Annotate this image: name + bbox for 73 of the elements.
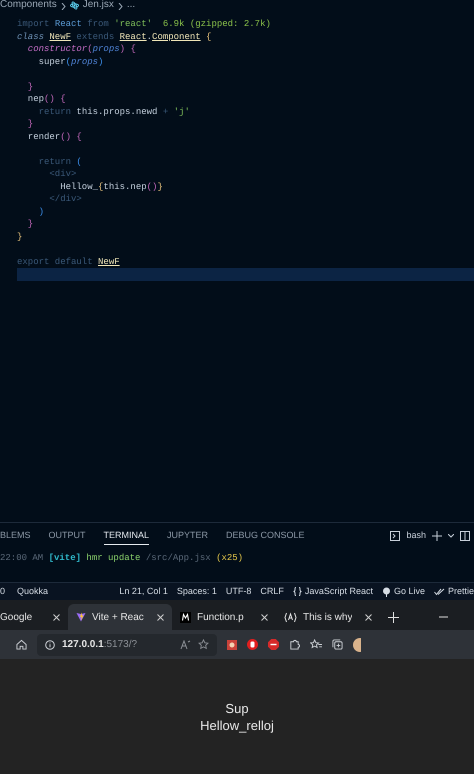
code-line: super(props): [38, 56, 104, 66]
code-line: }: [17, 232, 22, 242]
status-item[interactable]: 0: [0, 584, 6, 598]
status-item[interactable]: Quokka: [17, 584, 48, 598]
home-icon[interactable]: [16, 639, 27, 650]
m-logo-icon: [180, 612, 191, 622]
code-line: render() {: [26, 132, 82, 142]
close-icon[interactable]: [53, 614, 60, 620]
status-item[interactable]: Prettie: [434, 584, 474, 598]
panel-tab[interactable]: TERMINAL: [104, 526, 150, 546]
avatar-icon[interactable]: [353, 638, 361, 652]
braces-icon: [292, 587, 302, 596]
breadcrumb-item[interactable]: ...: [126, 0, 136, 10]
code-line: export default NewF: [17, 256, 120, 266]
code-line: import React from 'react' 6.9k (gzipped: 2.7k): [17, 19, 271, 29]
close-icon[interactable]: [157, 614, 164, 620]
react-file-icon: [70, 1, 79, 10]
code-line: ): [38, 206, 44, 216]
plus-icon[interactable]: [432, 530, 442, 540]
status-item[interactable]: JavaScript React: [292, 584, 373, 598]
collections-icon[interactable]: [332, 639, 343, 650]
status-item[interactable]: Ln 21, Col 1: [119, 584, 168, 598]
url-text: 127.0.0.1:5173/?: [62, 638, 138, 652]
panel-tab[interactable]: JUPYTER: [167, 526, 208, 546]
hand-icon[interactable]: [247, 639, 258, 650]
browser-tab[interactable]: This is why: [276, 604, 380, 630]
a-logo-icon: [284, 612, 297, 622]
panel-tab[interactable]: BLEMS: [0, 526, 31, 546]
extension-icon[interactable]: [227, 640, 237, 650]
code-line: return (: [38, 156, 82, 166]
chevron-right-icon: [60, 3, 66, 10]
chevron-down-icon[interactable]: [448, 534, 454, 538]
terminal-output: 22:00 AM [vite] hmr update /src/App.jsx (x25): [0, 552, 244, 565]
status-item[interactable]: Go Live: [382, 584, 425, 598]
code-line: <div>: [48, 169, 76, 179]
puzzle-icon[interactable]: [289, 639, 300, 650]
minimize-icon[interactable]: [439, 616, 448, 618]
browser-tab[interactable]: Function.p: [172, 604, 276, 630]
code-line: constructor(props) {: [26, 44, 136, 54]
code-line: class NewF extends React.Component {: [17, 32, 212, 42]
info-icon[interactable]: [45, 640, 55, 650]
code-line: </div>: [48, 194, 82, 204]
browser-tab[interactable]: Google: [0, 604, 68, 630]
page-text: Hellow_relloj: [200, 716, 274, 734]
browser-tab[interactable]: Vite + Reac: [68, 604, 172, 630]
breadcrumb-item[interactable]: Components: [0, 0, 57, 10]
status-item[interactable]: Spaces: 1: [176, 584, 217, 598]
code-line: }: [26, 219, 34, 229]
adblock-icon[interactable]: [268, 639, 279, 650]
favorites-icon[interactable]: [310, 639, 322, 650]
vite-icon: [76, 612, 86, 622]
code-line: }: [26, 119, 34, 129]
double-check-icon: [434, 588, 445, 596]
read-aloud-icon[interactable]: [180, 640, 191, 650]
chevron-right-icon: [118, 3, 123, 10]
status-item[interactable]: UTF-8: [226, 584, 252, 598]
terminal-icon: [390, 530, 400, 540]
panel-tab[interactable]: DEBUG CONSOLE: [226, 526, 305, 546]
shell-name[interactable]: bash: [406, 528, 426, 542]
code-line: nep() {: [26, 94, 66, 104]
panel-tab[interactable]: OUTPUT: [48, 526, 86, 546]
split-icon[interactable]: [460, 530, 470, 540]
page-text: Sup: [225, 700, 249, 716]
close-icon[interactable]: [261, 614, 268, 620]
close-icon[interactable]: [365, 614, 372, 620]
new-tab-icon[interactable]: [388, 612, 399, 622]
code-line: }: [26, 82, 34, 92]
code-line: return this.props.newd + 'j': [38, 106, 190, 116]
address-bar[interactable]: 127.0.0.1:5173/?: [37, 634, 217, 656]
breadcrumb-item[interactable]: Jen.jsx: [82, 0, 114, 10]
star-icon[interactable]: [198, 639, 209, 650]
status-item[interactable]: CRLF: [260, 584, 284, 598]
code-line: Hellow_{this.nep()}: [59, 182, 163, 192]
